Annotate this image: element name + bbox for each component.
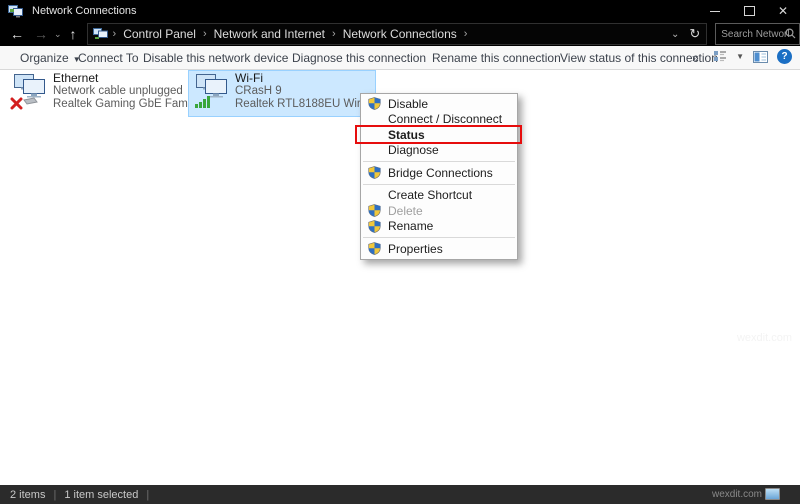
minimize-button[interactable] — [698, 0, 732, 22]
menu-item-properties[interactable]: Properties — [361, 241, 517, 257]
status-separator: | — [146, 488, 150, 501]
connection-name: Ethernet — [53, 72, 99, 85]
watermark: wexdit.com — [712, 488, 780, 500]
menu-item-delete[interactable]: Delete — [361, 203, 517, 219]
faint-watermark: wexdit.com — [736, 332, 792, 344]
maximize-button[interactable] — [732, 0, 766, 22]
menu-item-rename[interactable]: Rename — [361, 219, 517, 235]
menu-separator — [363, 237, 515, 238]
app-icon — [8, 4, 23, 17]
change-view-icon[interactable] — [713, 50, 727, 63]
breadcrumb-separator: › — [332, 28, 336, 40]
connection-device: Realtek Gaming GbE Family Contr... — [53, 98, 188, 110]
nav-history-chevron-icon[interactable]: ⌄ — [54, 29, 62, 40]
uac-shield-icon — [361, 242, 388, 256]
address-dropdown-icon[interactable]: ⌄ — [671, 29, 679, 40]
connection-name: Wi-Fi — [235, 72, 263, 85]
uac-shield-icon — [361, 204, 388, 218]
breadcrumb-separator: › — [112, 28, 117, 40]
rename-connection-button[interactable]: Rename this connection — [432, 51, 561, 65]
view-dropdown-chevron-icon[interactable]: ▼ — [736, 52, 744, 61]
breadcrumb-network-connections[interactable]: Network Connections — [343, 27, 457, 41]
network-folder-icon — [92, 28, 108, 39]
window-title: Network Connections — [32, 5, 137, 17]
menu-item-create-shortcut[interactable]: Create Shortcut — [361, 188, 517, 204]
help-icon[interactable]: ? — [777, 49, 792, 64]
menu-separator — [363, 183, 515, 185]
context-menu: Disable Connect / Disconnect Status Diag… — [360, 93, 518, 260]
search-icon — [785, 28, 796, 39]
title-bar: Network Connections ✕ — [0, 0, 800, 22]
menu-separator — [363, 161, 515, 162]
connection-item-ethernet[interactable]: Ethernet Network cable unplugged Realtek… — [6, 70, 192, 117]
search-box[interactable] — [715, 23, 800, 45]
back-icon[interactable]: ← — [10, 27, 24, 41]
diagnose-connection-button[interactable]: Diagnose this connection — [292, 51, 426, 65]
organize-button[interactable]: Organize ▼ — [20, 51, 81, 65]
status-separator: | — [53, 488, 57, 501]
ethernet-disconnected-icon — [10, 74, 45, 110]
disable-device-button[interactable]: Disable this network device — [143, 51, 288, 65]
menu-item-bridge-connections[interactable]: Bridge Connections — [361, 165, 517, 181]
selected-count: 1 item selected — [64, 488, 139, 501]
forward-icon[interactable]: → — [34, 27, 48, 41]
status-highlight-annotation — [355, 125, 522, 144]
search-input[interactable] — [719, 27, 792, 41]
breadcrumb-control-panel[interactable]: Control Panel — [123, 27, 196, 41]
watermark-logo-icon — [765, 488, 780, 500]
status-bar: 2 items | 1 item selected | wexdit.com — [0, 485, 800, 504]
address-bar: ← → ⌄ ↑ › Control Panel › Network and In… — [0, 22, 800, 47]
preview-pane-icon[interactable] — [753, 50, 768, 63]
breadcrumb-network-and-internet[interactable]: Network and Internet — [214, 27, 325, 41]
address-field[interactable]: › Control Panel › Network and Internet ›… — [86, 23, 708, 45]
command-bar: Organize ▼ Connect To Disable this networ… — [0, 46, 800, 70]
toolbar-overflow-chevron-icon[interactable]: » — [692, 51, 699, 65]
breadcrumb-separator: › — [202, 28, 207, 40]
menu-item-diagnose[interactable]: Diagnose — [361, 143, 517, 159]
items-count: 2 items — [10, 488, 46, 501]
connection-status: CRasH 9 — [235, 85, 282, 97]
connect-to-button[interactable]: Connect To — [78, 51, 139, 65]
uac-shield-icon — [361, 97, 388, 111]
connection-device: Realtek RTL8188EU Wireless LAN 8... — [235, 98, 372, 110]
close-button[interactable]: ✕ — [766, 0, 800, 22]
breadcrumb-separator: › — [463, 28, 468, 40]
uac-shield-icon — [361, 219, 388, 233]
network-connections-window: Network Connections ✕ ← → ⌄ ↑ › Control … — [0, 0, 800, 504]
uac-shield-icon — [361, 166, 388, 180]
wifi-connected-icon — [195, 74, 227, 108]
refresh-icon[interactable]: ↻ — [689, 26, 700, 42]
menu-item-disable[interactable]: Disable — [361, 96, 517, 112]
connection-status: Network cable unplugged — [53, 85, 183, 97]
up-icon[interactable]: ↑ — [70, 27, 77, 41]
connection-item-wifi[interactable]: Wi-Fi CRasH 9 Realtek RTL8188EU Wireless… — [188, 70, 376, 117]
